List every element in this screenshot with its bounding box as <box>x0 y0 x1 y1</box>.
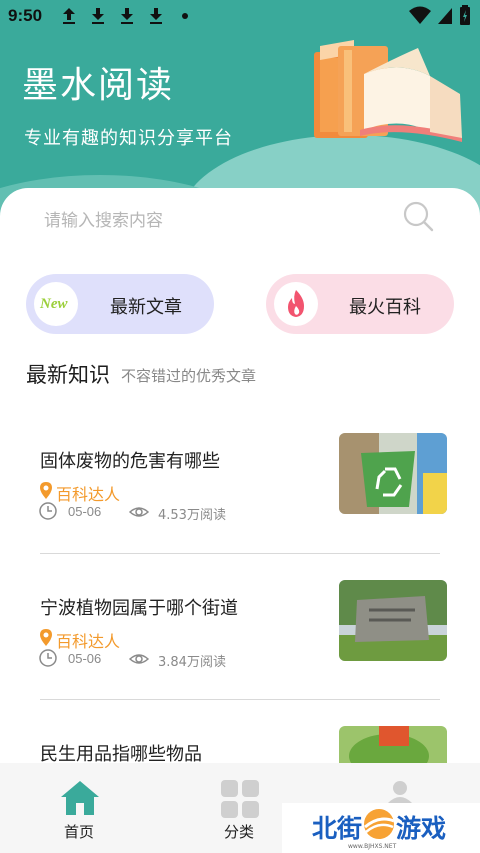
new-badge-text: New <box>40 296 68 312</box>
article-item[interactable]: 宁波植物园属于哪个街道 百科达人 05-06 3.84万阅读 <box>0 580 480 726</box>
hot-encyclopedia-button[interactable]: 最火百科 <box>266 274 454 334</box>
latest-articles-button[interactable]: New 最新文章 <box>26 274 214 334</box>
tab-category-label: 分类 <box>224 823 255 841</box>
books-illustration <box>314 40 462 142</box>
section-title: 最新知识 <box>26 363 110 387</box>
divider <box>40 699 440 700</box>
tab-home-label: 首页 <box>64 823 95 841</box>
latest-articles-label: 最新文章 <box>110 297 182 318</box>
home-icon <box>61 781 99 815</box>
watermark: 北街 游戏 www.BJHXS.NET <box>282 803 480 853</box>
wifi-icon <box>409 6 431 24</box>
clock-icon <box>39 502 57 520</box>
watermark-text: 北街 <box>312 814 363 843</box>
flame-icon <box>274 282 318 326</box>
app-slogan: 专业有趣的知识分享平台 <box>24 128 233 149</box>
grid-icon <box>221 780 259 818</box>
flame-icon-shape <box>288 290 304 317</box>
article-reads: 3.84万阅读 <box>158 655 226 670</box>
watermark-text: 游戏 <box>396 814 447 843</box>
article-date: 05-06 <box>68 651 102 666</box>
tab-category[interactable]: 分类 <box>200 763 280 853</box>
status-time: 9:50 <box>8 6 43 25</box>
article-category: 百科达人 <box>56 485 121 504</box>
download-icon <box>150 8 162 24</box>
location-icon <box>40 629 52 646</box>
clock-icon <box>39 649 57 667</box>
upload-icon <box>63 8 75 24</box>
article-title: 固体废物的危害有哪些 <box>40 451 220 472</box>
tab-home[interactable]: 首页 <box>40 763 120 853</box>
signal-icon <box>438 8 452 24</box>
article-title: 宁波植物园属于哪个街道 <box>40 598 238 619</box>
status-bar: 9:50 <box>0 0 480 32</box>
article-date: 05-06 <box>68 504 102 519</box>
eye-icon <box>128 507 150 517</box>
search-icon[interactable] <box>402 200 434 232</box>
watermark-logo-icon <box>364 809 395 839</box>
article-category: 百科达人 <box>56 632 121 651</box>
article-reads: 4.53万阅读 <box>158 508 226 523</box>
eye-icon <box>128 654 150 664</box>
article-thumbnail <box>339 433 447 514</box>
download-icon <box>92 8 104 24</box>
article-thumbnail <box>339 580 447 661</box>
user-icon <box>388 781 412 803</box>
location-icon <box>40 482 52 499</box>
app-title: 墨水阅读 <box>22 65 175 106</box>
notification-dot-icon <box>182 13 188 19</box>
download-icon <box>121 8 133 24</box>
search-input[interactable]: 请输入搜索内容 <box>44 206 163 231</box>
watermark-url: www.BJHXS.NET <box>348 843 397 850</box>
section-subtitle: 不容错过的优秀文章 <box>121 367 257 385</box>
divider <box>40 553 440 554</box>
battery-icon <box>460 5 470 25</box>
article-item[interactable]: 固体废物的危害有哪些 百科达人 05-06 4.53万阅读 <box>0 433 480 579</box>
tab-profile[interactable] <box>360 763 440 803</box>
hot-encyclopedia-label: 最火百科 <box>349 297 421 318</box>
new-badge-icon: New <box>34 282 78 326</box>
